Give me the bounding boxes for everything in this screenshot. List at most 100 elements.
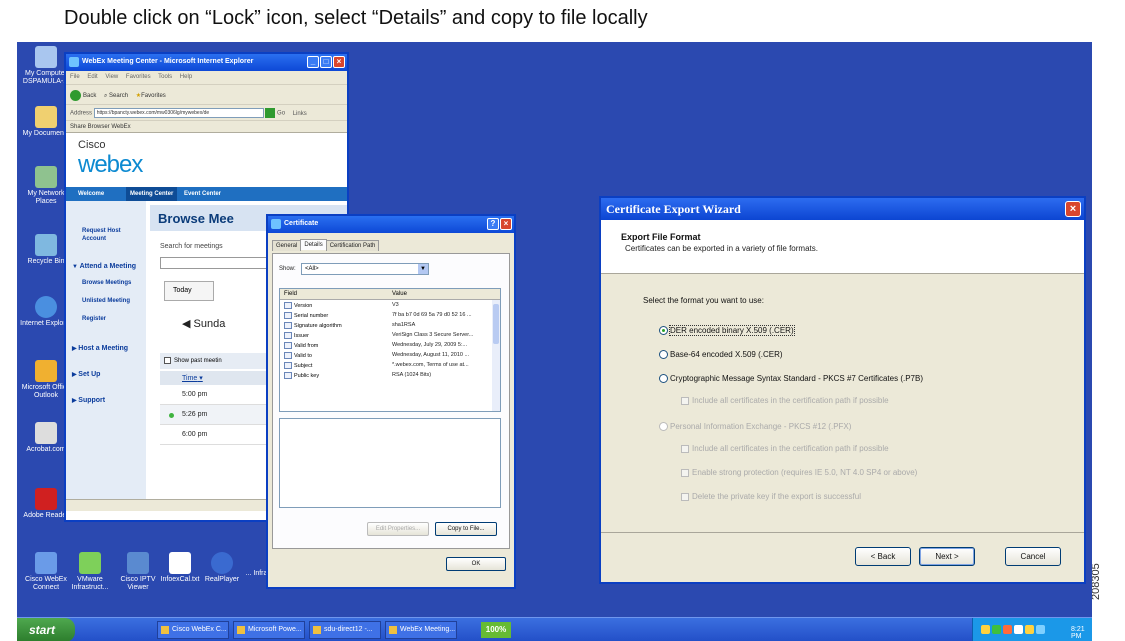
favorites-bar[interactable]: Share Browser WebEx: [66, 120, 347, 133]
field-row[interactable]: Serial number 7f ba b7 0d 69 5a 79 d0 52 …: [280, 310, 500, 320]
taskbar-item[interactable]: WebEx Meeting...: [385, 621, 457, 639]
favorites-button[interactable]: ★Favorites: [136, 92, 166, 99]
field-name: Serial number: [284, 312, 328, 319]
field-value: RSA (1024 Bits): [392, 372, 432, 378]
pkcs7-include-checkbox[interactable]: Include all certificates in the certific…: [681, 396, 889, 405]
search-label: Search for meetings: [160, 243, 223, 250]
wizard-subheading: Certificates can be exported in a variet…: [625, 244, 818, 253]
close-button[interactable]: ×: [333, 56, 345, 68]
support-section[interactable]: Support: [72, 397, 105, 404]
taskbar-item[interactable]: Microsoft Powe...: [233, 621, 305, 639]
pfx-delete-key-checkbox[interactable]: Delete the private key if the export is …: [681, 492, 861, 501]
go-button[interactable]: [265, 108, 276, 118]
slide: Double click on “Lock” icon, select “Det…: [0, 0, 1125, 641]
nav-event-center[interactable]: Event Center: [184, 191, 221, 197]
unlisted-meeting-link[interactable]: Unlisted Meeting: [82, 297, 142, 305]
field-row[interactable]: Signature algorithm sha1RSA: [280, 320, 500, 330]
field-row[interactable]: Version V3: [280, 300, 500, 310]
close-button[interactable]: ×: [500, 218, 512, 230]
tray-icon[interactable]: [1025, 625, 1034, 634]
chevron-down-icon: ▼: [418, 264, 428, 274]
help-button[interactable]: ?: [487, 218, 499, 230]
maximize-button[interactable]: □: [320, 56, 332, 68]
zoom-indicator[interactable]: 100%: [481, 622, 511, 638]
show-select[interactable]: <All> ▼: [301, 263, 429, 275]
tray-icon[interactable]: [992, 625, 1001, 634]
taskbar-item[interactable]: sdu-direct12 -...: [309, 621, 381, 639]
option-base64[interactable]: Base-64 encoded X.509 (.CER): [659, 350, 783, 360]
prev-day-icon[interactable]: ◀: [182, 318, 194, 330]
close-button[interactable]: ×: [1065, 201, 1081, 217]
iptv-icon: [127, 552, 149, 574]
field-name: Subject: [284, 362, 312, 369]
acrobat-icon: [35, 422, 57, 444]
tab-certification-path[interactable]: Certification Path: [325, 240, 380, 251]
text-file-icon: [169, 552, 191, 574]
request-host-link[interactable]: Request Host Account: [82, 227, 142, 243]
field-row[interactable]: Issuer VeriSign Class 3 Secure Server...: [280, 330, 500, 340]
field-value: VeriSign Class 3 Secure Server...: [392, 332, 474, 338]
address-bar: Address https://bpancty.webex.com/mw0306…: [66, 104, 347, 120]
tray-icon[interactable]: [1003, 625, 1012, 634]
copy-to-file-button[interactable]: Copy to File...: [435, 522, 497, 536]
browse-meetings-link[interactable]: Browse Meetings: [82, 279, 142, 287]
value-column-header[interactable]: Value: [392, 291, 407, 297]
minimize-button[interactable]: _: [307, 56, 319, 68]
field-column-header[interactable]: Field: [284, 291, 297, 297]
attend-meeting-section[interactable]: Attend a Meeting: [72, 263, 136, 270]
vmware-icon: [79, 552, 101, 574]
tab-details[interactable]: Details: [300, 239, 327, 250]
radio-pfx[interactable]: [659, 422, 668, 432]
field-row[interactable]: Subject *.webex.com, Terms of use at...: [280, 360, 500, 370]
register-link[interactable]: Register: [82, 315, 142, 323]
field-row[interactable]: Public key RSA (1024 Bits): [280, 370, 500, 380]
nav-welcome[interactable]: Welcome: [78, 191, 104, 197]
search-input[interactable]: [160, 257, 280, 269]
setup-section[interactable]: Set Up: [72, 371, 100, 378]
start-button[interactable]: start: [17, 618, 75, 641]
pfx-include-checkbox[interactable]: Include all certificates in the certific…: [681, 444, 889, 453]
certificate-titlebar[interactable]: Certificate ? ×: [268, 216, 514, 233]
tray-icon[interactable]: [1036, 625, 1045, 634]
scrollbar[interactable]: [492, 300, 500, 411]
back-button[interactable]: < Back: [855, 547, 911, 566]
tab-today[interactable]: Today: [164, 281, 214, 301]
tab-general[interactable]: General: [272, 240, 302, 251]
radio-der[interactable]: [659, 326, 668, 336]
ie-titlebar[interactable]: WebEx Meeting Center - Microsoft Interne…: [66, 54, 347, 71]
network-icon: [35, 166, 57, 188]
address-input[interactable]: https://bpancty.webex.com/mw0306lg/myweb…: [93, 108, 264, 118]
computer-icon: [35, 46, 57, 68]
field-name: Issuer: [284, 332, 309, 339]
field-row[interactable]: Valid to Wednesday, August 11, 2010 ...: [280, 350, 500, 360]
folder-icon: [35, 106, 57, 128]
option-pkcs7[interactable]: Cryptographic Message Syntax Standard - …: [659, 374, 923, 384]
tray-icon[interactable]: [1014, 625, 1023, 634]
wizard-body: Select the format you want to use: DER e…: [601, 274, 1084, 534]
certificate-dialog: Certificate ? × General Details Certificati…: [266, 214, 516, 589]
realplayer-icon: [211, 552, 233, 574]
host-meeting-section[interactable]: Host a Meeting: [72, 345, 128, 352]
next-button[interactable]: Next >: [919, 547, 975, 566]
tray-icon[interactable]: [981, 625, 990, 634]
edit-properties-button[interactable]: Edit Properties...: [367, 522, 429, 536]
ie-menubar[interactable]: File Edit View Favorites Tools Help: [66, 71, 347, 84]
option-pfx[interactable]: Personal Information Exchange - PKCS #12…: [659, 422, 851, 432]
field-value: 7f ba b7 0d 69 5a 79 d0 52 16 ...: [392, 312, 472, 318]
clock[interactable]: 8:21 PM: [1071, 626, 1085, 640]
pfx-strong-protection-checkbox[interactable]: Enable strong protection (requires IE 5.…: [681, 468, 917, 477]
back-button[interactable]: Back: [70, 90, 96, 101]
option-der[interactable]: DER encoded binary X.509 (.CER): [659, 325, 795, 336]
desktop-icon-realplayer[interactable]: RealPlayer: [193, 552, 251, 584]
taskbar-item[interactable]: Cisco WebEx C...: [157, 621, 229, 639]
radio-pkcs7[interactable]: [659, 374, 668, 384]
field-value: *.webex.com, Terms of use at...: [392, 362, 469, 368]
radio-base64[interactable]: [659, 350, 668, 360]
checkbox[interactable]: [164, 357, 171, 364]
cancel-button[interactable]: Cancel: [1005, 547, 1061, 566]
search-button[interactable]: ⌕ Search: [104, 93, 128, 100]
ok-button[interactable]: OK: [446, 557, 506, 571]
nav-meeting-center[interactable]: Meeting Center: [126, 187, 178, 201]
field-row[interactable]: Valid from Wednesday, July 29, 2009 5:...: [280, 340, 500, 350]
wizard-titlebar[interactable]: Certificate Export Wizard ×: [601, 198, 1084, 220]
